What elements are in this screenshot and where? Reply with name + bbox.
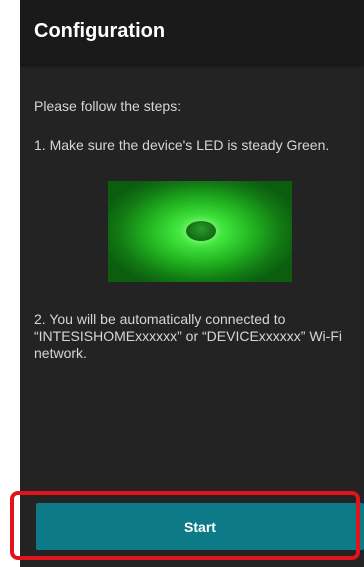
step-1-text: 1. Make sure the device's LED is steady …: [34, 137, 330, 153]
page-title: Configuration: [34, 20, 166, 42]
led-icon: [186, 221, 216, 241]
start-button[interactable]: Start: [36, 503, 364, 550]
green-led-image: [108, 181, 292, 282]
configuration-screen: Configuration Please follow the steps: 1…: [20, 0, 364, 567]
step-2-text: 2. You will be automatically connected t…: [34, 311, 342, 361]
app-bar: Configuration: [20, 0, 364, 64]
instructions-intro: Please follow the steps:: [34, 98, 182, 114]
